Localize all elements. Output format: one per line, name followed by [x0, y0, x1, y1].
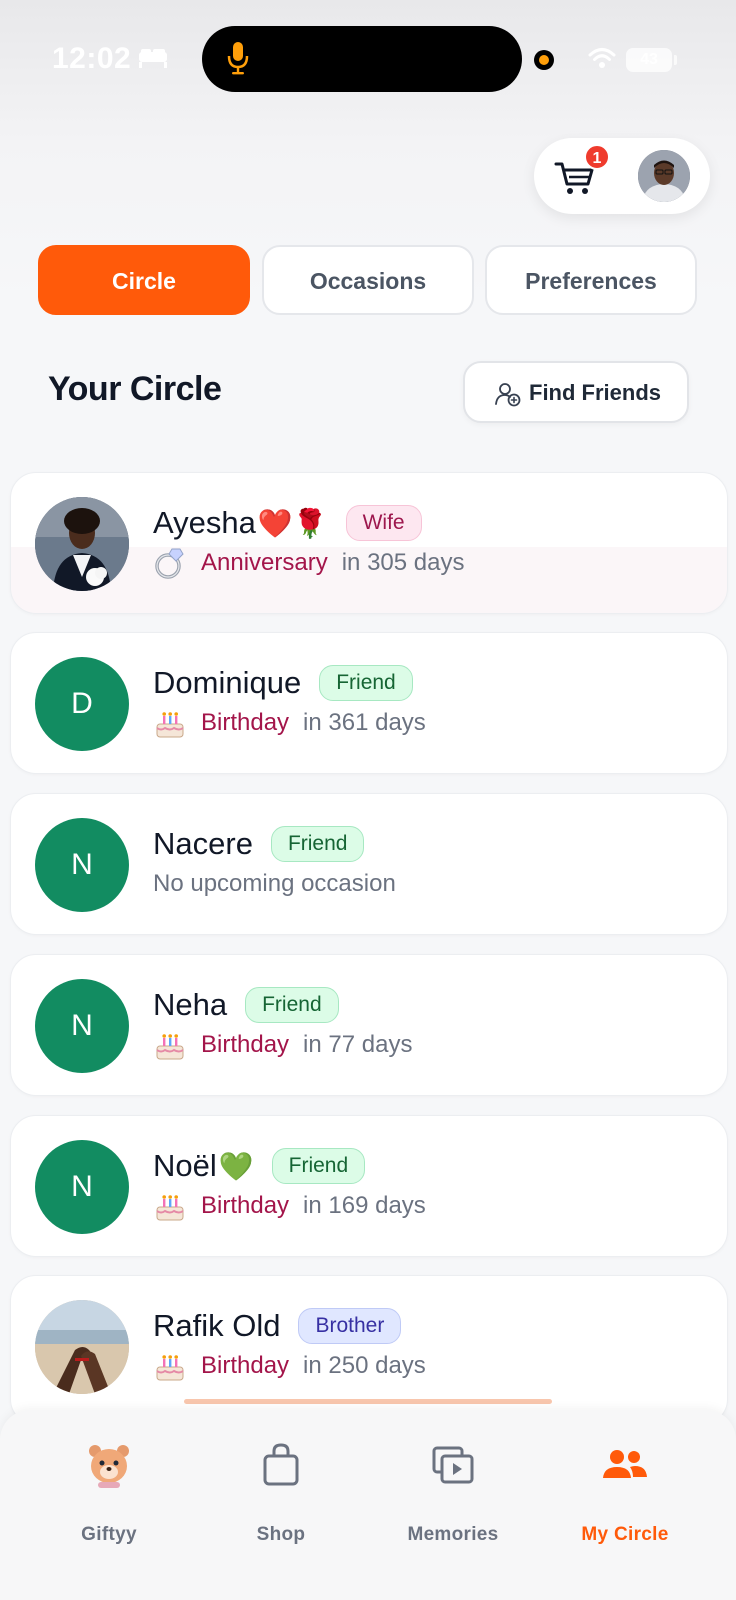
- occasion-countdown: in 305 days: [341, 549, 465, 576]
- relation-badge: Wife: [345, 505, 422, 541]
- occasion-row: Birthday in 169 days: [153, 1188, 426, 1224]
- nav-giftyy[interactable]: Giftyy: [17, 1410, 201, 1600]
- cart-button[interactable]: 1: [554, 144, 610, 202]
- occasion-type: Birthday: [201, 1192, 290, 1219]
- relation-badge: Friend: [271, 1148, 366, 1184]
- contact-name-row: Dominique Friend: [153, 663, 413, 703]
- contact-card[interactable]: Ayesha ❤️🌹 Wife Anniversary in 305 days: [10, 472, 728, 614]
- occasion-countdown: in 250 days: [303, 1352, 426, 1379]
- profile-avatar[interactable]: [638, 150, 690, 202]
- scroll-indicator: [184, 1399, 552, 1404]
- contact-card[interactable]: N Neha Friend Birthday in 77 days: [10, 954, 728, 1096]
- contact-name: Ayesha: [153, 505, 256, 540]
- contact-initial-avatar: D: [35, 657, 129, 751]
- microphone-icon: [227, 42, 249, 75]
- occasion-row: No upcoming occasion: [153, 866, 396, 902]
- add-person-icon: [495, 383, 521, 407]
- contact-name-row: Neha Friend: [153, 985, 339, 1025]
- contact-initial-avatar: N: [35, 1140, 129, 1234]
- relation-badge: Friend: [319, 665, 413, 701]
- contact-name-row: Ayesha ❤️🌹 Wife: [153, 503, 422, 543]
- occasion-countdown: in 169 days: [303, 1192, 426, 1219]
- bear-mascot-icon: [89, 1445, 129, 1488]
- nav-label: Memories: [407, 1524, 499, 1545]
- people-icon: [603, 1450, 647, 1478]
- header-actions: 1: [534, 138, 710, 214]
- occasion-row: Anniversary in 305 days: [153, 545, 464, 581]
- nav-label: Giftyy: [81, 1524, 137, 1545]
- shopping-bag-icon: [263, 1443, 299, 1486]
- contact-name-row: Noël 💚 Friend: [153, 1146, 366, 1186]
- occasion-type: Birthday: [201, 709, 290, 736]
- contact-emoji: ❤️🌹: [257, 507, 328, 539]
- find-friends-label: Find Friends: [529, 380, 661, 405]
- cake-icon: [156, 712, 184, 738]
- occasion-countdown: in 361 days: [303, 709, 426, 736]
- contact-photo: [35, 1300, 129, 1394]
- contact-name: Dominique: [153, 665, 302, 700]
- occasion-row: Birthday in 361 days: [153, 705, 426, 741]
- occasion-row: Birthday in 77 days: [153, 1027, 412, 1063]
- occasion-type: Birthday: [201, 1352, 290, 1379]
- contact-card[interactable]: D Dominique Friend Birthday in 361 days: [10, 632, 728, 774]
- wifi-icon: [588, 48, 616, 68]
- contact-name: Neha: [153, 987, 228, 1022]
- cake-icon: [156, 1034, 184, 1060]
- video-stack-icon: [432, 1446, 474, 1484]
- nav-label: My Circle: [581, 1524, 669, 1545]
- occasion-type: Anniversary: [201, 549, 328, 576]
- cake-icon: [156, 1195, 184, 1221]
- occasion-countdown: in 77 days: [303, 1031, 413, 1058]
- tab-circle[interactable]: Circle: [38, 245, 250, 315]
- contact-card[interactable]: N Noël 💚 Friend Birthday in 169 days: [10, 1115, 728, 1257]
- relation-badge: Brother: [298, 1308, 402, 1344]
- contact-initial-avatar: N: [35, 818, 129, 912]
- contact-emoji: 💚: [218, 1150, 254, 1182]
- sleep-focus-icon: [139, 49, 167, 68]
- battery-tip: [674, 55, 677, 65]
- status-time: 12:02: [52, 42, 132, 75]
- no-occasion-text: No upcoming occasion: [153, 870, 396, 897]
- contact-photo: [35, 497, 129, 591]
- battery-indicator: 43: [626, 48, 672, 72]
- find-friends-button[interactable]: Find Friends: [463, 361, 689, 423]
- status-bar: 12:02 43: [0, 0, 736, 120]
- occasion-type: Birthday: [201, 1031, 290, 1058]
- contact-name-row: Nacere Friend: [153, 824, 365, 864]
- tab-occasions[interactable]: Occasions: [262, 245, 474, 315]
- relation-badge: Friend: [245, 987, 339, 1023]
- contact-initial-avatar: N: [35, 979, 129, 1073]
- nav-memories[interactable]: Memories: [361, 1410, 545, 1600]
- ring-icon: [155, 548, 184, 579]
- cake-icon: [156, 1355, 184, 1381]
- nav-label: Shop: [256, 1524, 306, 1545]
- contact-name: Nacere: [153, 826, 253, 861]
- contact-name: Rafik Old: [153, 1308, 281, 1343]
- page-title: Your Circle: [48, 370, 222, 408]
- occasion-row: Birthday in 250 days: [153, 1348, 426, 1384]
- cart-count-badge: 1: [584, 144, 610, 170]
- dynamic-island: [202, 26, 522, 92]
- contact-card[interactable]: N Nacere Friend No upcoming occasion: [10, 793, 728, 935]
- bottom-navigation: Giftyy Shop Memories My Circle: [0, 1410, 736, 1600]
- contact-name: Noël: [153, 1148, 217, 1183]
- segment-tabs: Circle Occasions Preferences: [38, 245, 698, 315]
- nav-shop[interactable]: Shop: [189, 1410, 373, 1600]
- contact-name-row: Rafik Old Brother: [153, 1306, 402, 1346]
- camera-indicator: [534, 50, 554, 70]
- relation-badge: Friend: [270, 826, 365, 862]
- nav-my-circle[interactable]: My Circle: [533, 1410, 717, 1600]
- tab-preferences[interactable]: Preferences: [485, 245, 697, 315]
